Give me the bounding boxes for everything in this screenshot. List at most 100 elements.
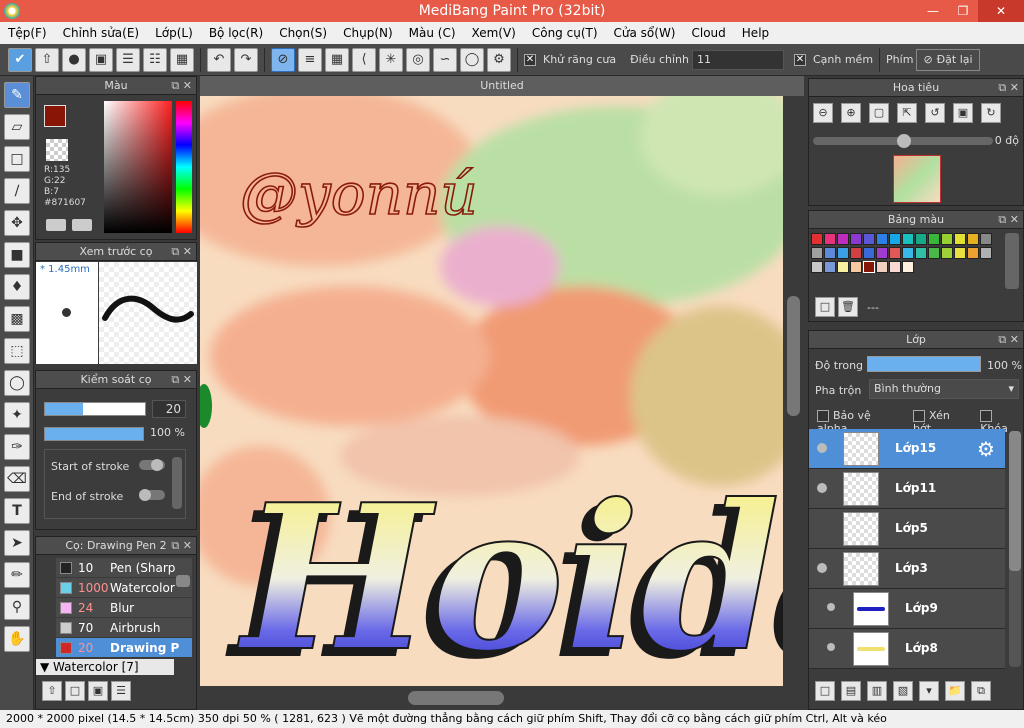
new-1bit-layer-icon[interactable]: ▧ bbox=[893, 681, 913, 701]
lasso-tool-icon[interactable]: ◯ bbox=[4, 370, 30, 396]
rotate-left-icon[interactable]: ↺ bbox=[925, 103, 945, 123]
hand-tool-icon[interactable]: ✋ bbox=[4, 626, 30, 652]
layer-row[interactable]: Lớp5 bbox=[809, 509, 1005, 549]
panel-close-icon[interactable]: ⧉ ✕ bbox=[171, 77, 192, 95]
palette-swatch[interactable] bbox=[915, 247, 927, 259]
panel-close-icon[interactable]: ⧉ ✕ bbox=[998, 331, 1019, 349]
rotation-slider-thumb[interactable] bbox=[897, 134, 911, 148]
color-hue-slider[interactable] bbox=[176, 101, 192, 233]
palette-swatch[interactable] bbox=[863, 233, 875, 245]
navigator-thumbnail[interactable] bbox=[893, 155, 941, 203]
actual-size-icon[interactable]: ⇱ bbox=[897, 103, 917, 123]
canvas-vertical-scrollbar[interactable] bbox=[783, 96, 804, 686]
palette-swatch[interactable] bbox=[837, 233, 849, 245]
palette-swatch[interactable] bbox=[902, 247, 914, 259]
panel-close-icon[interactable]: ⧉ ✕ bbox=[998, 211, 1019, 229]
menu-view[interactable]: Xem(V) bbox=[464, 22, 524, 44]
palette-swatch[interactable] bbox=[837, 261, 849, 273]
adjust-select[interactable]: 11 bbox=[691, 49, 784, 70]
menu-layer[interactable]: Lớp(L) bbox=[147, 22, 201, 44]
panel-close-icon[interactable]: ⧉ ✕ bbox=[171, 537, 192, 555]
menu-window[interactable]: Cửa sổ(W) bbox=[606, 22, 684, 44]
menu-capture[interactable]: Chụp(N) bbox=[335, 22, 401, 44]
pen-tool-icon[interactable]: ∕ bbox=[4, 178, 30, 204]
blend-mode-select[interactable]: Bình thường ▾ bbox=[869, 379, 1019, 399]
list-icon[interactable]: ☷ bbox=[143, 47, 167, 72]
palette-swatch[interactable] bbox=[850, 233, 862, 245]
menu-filter[interactable]: Bộ lọc(R) bbox=[201, 22, 271, 44]
menu-edit[interactable]: Chỉnh sửa(E) bbox=[55, 22, 148, 44]
select-pen-tool-icon[interactable]: ✑ bbox=[4, 434, 30, 460]
layer-scrollbar[interactable] bbox=[1009, 431, 1021, 667]
brush-size-slider[interactable] bbox=[44, 402, 146, 416]
grid-snap-icon[interactable]: ▦ bbox=[325, 47, 349, 72]
grid-menu-icon[interactable]: ▦ bbox=[170, 47, 194, 72]
canvas-horizontal-scrollbar[interactable] bbox=[200, 686, 804, 710]
palette-swatch[interactable] bbox=[863, 261, 875, 273]
document-tab[interactable]: Untitled bbox=[200, 76, 804, 96]
eye-icon[interactable] bbox=[827, 643, 835, 651]
menu-file[interactable]: Tệp(F) bbox=[0, 22, 55, 44]
canvas[interactable]: @yonnú Hoidan Hoidan bbox=[200, 96, 783, 686]
palette-swatch[interactable] bbox=[980, 247, 992, 259]
parallel-snap-icon[interactable]: ≡ bbox=[298, 47, 322, 72]
gradient-tool-icon[interactable]: ▩ bbox=[4, 306, 30, 332]
duplicate-layer-icon[interactable]: ⧉ bbox=[971, 681, 991, 701]
layer-row[interactable]: Lớp9 bbox=[809, 589, 1005, 629]
brush-item-selected[interactable]: 20 Drawing P bbox=[56, 638, 192, 658]
palette-swatch[interactable] bbox=[824, 247, 836, 259]
radial-snap-icon[interactable]: ✳ bbox=[379, 47, 403, 72]
download-brush-icon[interactable]: ⇧ bbox=[42, 681, 62, 701]
brush-opacity-slider[interactable] bbox=[44, 427, 144, 441]
alpha-lock-checkbox[interactable] bbox=[817, 410, 829, 422]
foreground-color[interactable] bbox=[44, 105, 66, 127]
palette-swatch[interactable] bbox=[928, 247, 940, 259]
palette-swatch[interactable] bbox=[954, 247, 966, 259]
eye-icon[interactable] bbox=[827, 603, 835, 611]
magic-wand-tool-icon[interactable]: ✦ bbox=[4, 402, 30, 428]
ellipse-snap-icon[interactable]: ◯ bbox=[460, 47, 484, 72]
minimize-button[interactable]: — bbox=[918, 0, 948, 22]
new-brush-icon[interactable]: □ bbox=[65, 681, 85, 701]
new-8bit-layer-icon[interactable]: ▥ bbox=[867, 681, 887, 701]
color-sv-picker[interactable] bbox=[104, 101, 172, 233]
select-rect-tool-icon[interactable]: ⬚ bbox=[4, 338, 30, 364]
brush-group-row[interactable]: ▼ Watercolor [7] bbox=[36, 659, 174, 675]
maximize-button[interactable]: ❐ bbox=[948, 0, 978, 22]
color-mode-button[interactable] bbox=[72, 219, 92, 231]
new-halftone-layer-icon[interactable]: ▤ bbox=[841, 681, 861, 701]
redo-icon[interactable]: ↷ bbox=[234, 47, 258, 72]
lock-checkbox[interactable] bbox=[980, 410, 993, 422]
bucket-tool-icon[interactable]: ♦ bbox=[4, 274, 30, 300]
chat-icon[interactable]: ▣ bbox=[89, 47, 113, 72]
new-palette-icon[interactable]: □ bbox=[815, 297, 835, 317]
folder-icon[interactable]: 📁 bbox=[945, 681, 965, 701]
brush-tool-icon[interactable]: ✎ bbox=[4, 82, 30, 108]
menu-help[interactable]: Help bbox=[734, 22, 777, 44]
operation-tool-icon[interactable]: ➤ bbox=[4, 530, 30, 556]
brush-list-scrollbar[interactable] bbox=[176, 575, 190, 587]
layer-row-selected[interactable]: Lớp15 ⚙ bbox=[809, 429, 1005, 469]
curve-snap-icon[interactable]: ∽ bbox=[433, 47, 457, 72]
brush-size-value[interactable]: 20 bbox=[152, 400, 186, 418]
palette-swatch[interactable] bbox=[889, 233, 901, 245]
palette-swatch[interactable] bbox=[967, 233, 979, 245]
palette-swatch[interactable] bbox=[941, 233, 953, 245]
palette-swatch[interactable] bbox=[824, 233, 836, 245]
palette-swatch[interactable] bbox=[876, 261, 888, 273]
comment-icon[interactable]: ● bbox=[62, 47, 86, 72]
palette-swatch[interactable] bbox=[980, 233, 992, 245]
brush-control-scrollbar[interactable] bbox=[172, 457, 182, 509]
layer-row[interactable]: Lớp8 bbox=[809, 629, 1005, 669]
fill-rect-tool-icon[interactable]: ■ bbox=[4, 242, 30, 268]
concentric-snap-icon[interactable]: ◎ bbox=[406, 47, 430, 72]
undo-icon[interactable]: ↶ bbox=[207, 47, 231, 72]
delete-palette-icon[interactable]: 🗑 bbox=[838, 297, 858, 317]
menu-cloud[interactable]: Cloud bbox=[684, 22, 734, 44]
palette-swatch[interactable] bbox=[876, 247, 888, 259]
palette-swatch[interactable] bbox=[811, 233, 823, 245]
eye-icon[interactable] bbox=[817, 443, 827, 453]
clipping-checkbox[interactable] bbox=[913, 410, 926, 422]
vertical-scroll-thumb[interactable] bbox=[787, 296, 800, 416]
reset-button[interactable]: ⊘ Đặt lại bbox=[916, 48, 980, 71]
